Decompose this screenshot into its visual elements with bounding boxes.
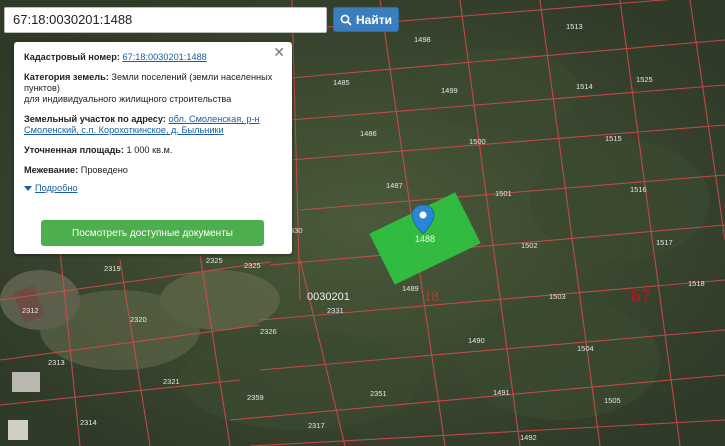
search-icon — [340, 14, 352, 26]
parcel-label: 1514 — [576, 82, 593, 91]
view-documents-button[interactable]: Посмотреть доступные документы — [41, 220, 264, 246]
parcel-label: 1501 — [495, 189, 512, 198]
parcel-label: 1516 — [630, 185, 647, 194]
quarter-label: 0030201 — [307, 291, 350, 303]
survey-value: Проведено — [80, 165, 128, 175]
parcel-label: 1515 — [605, 134, 622, 143]
category-label: Категория земель: — [24, 72, 109, 82]
parcel-label: 1505 — [604, 396, 621, 405]
area-row: Уточненная площадь: 1 000 кв.м. — [24, 145, 282, 156]
parcel-label: 2314 — [80, 418, 97, 427]
parcel-label: 1490 — [468, 336, 485, 345]
parcel-label: 1504 — [577, 344, 594, 353]
parcel-label: 1499 — [441, 86, 458, 95]
parcel-label: 2313 — [48, 358, 65, 367]
parcel-label: 1491 — [493, 388, 510, 397]
parcel-label: 2326 — [260, 327, 277, 336]
parcel-label: 2319 — [104, 264, 121, 273]
parcel-label: 1513 — [566, 22, 583, 31]
parcel-label: 2325 — [206, 256, 223, 265]
parcel-info-popup: ✕ Кадастровый номер: 67:18:0030201:1488 … — [14, 42, 292, 254]
parcel-label: 1492 — [520, 433, 537, 442]
district-label: 18 — [424, 289, 439, 305]
selected-parcel-label: 1488 — [415, 234, 435, 244]
cadastral-label: Кадастровый номер: — [24, 52, 120, 62]
parcel-label: 1502 — [521, 241, 538, 250]
region-label: 67 — [631, 285, 651, 307]
category-row: Категория земель: Земли поселений (земли… — [24, 72, 282, 105]
parcel-label: 1518 — [688, 279, 705, 288]
area-label: Уточненная площадь: — [24, 145, 124, 155]
parcel-label: 2320 — [130, 315, 147, 324]
triangle-down-icon — [24, 186, 32, 191]
search-button[interactable]: Найти — [333, 7, 399, 32]
parcel-label: 1486 — [360, 129, 377, 138]
parcel-label: 1525 — [636, 75, 653, 84]
parcel-label: 2331 — [327, 306, 344, 315]
parcel-label: 1500 — [469, 137, 486, 146]
parcel-label: 2325 — [244, 261, 261, 270]
close-icon[interactable]: ✕ — [273, 45, 285, 59]
address-label: Земельный участок по адресу: — [24, 114, 166, 124]
parcel-label: 1487 — [386, 181, 403, 190]
parcel-label: 2317 — [308, 421, 325, 430]
parcel-label: 2321 — [163, 377, 180, 386]
details-link[interactable]: Подробно — [35, 183, 78, 194]
area-value: 1 000 кв.м. — [126, 145, 173, 155]
address-row: Земельный участок по адресу: обл. Смолен… — [24, 114, 282, 136]
survey-label: Межевание: — [24, 165, 79, 175]
parcel-label: 2359 — [247, 393, 264, 402]
parcel-label: 1517 — [656, 238, 673, 247]
search-button-label: Найти — [356, 12, 392, 27]
survey-row: Межевание: Проведено — [24, 165, 282, 176]
parcel-label: 1489 — [402, 284, 419, 293]
cadastral-row: Кадастровый номер: 67:18:0030201:1488 — [24, 52, 282, 63]
parcel-label: 1485 — [333, 78, 350, 87]
search-input[interactable]: 67:18:0030201:1488 — [4, 7, 327, 33]
parcel-label: 1503 — [549, 292, 566, 301]
details-toggle[interactable]: Подробно — [24, 183, 282, 194]
category-value-2: для индивидуального жилищного строительс… — [24, 94, 232, 104]
parcel-label: 1498 — [414, 35, 431, 44]
parcel-label: 2351 — [370, 389, 387, 398]
cadastral-number-link[interactable]: 67:18:0030201:1488 — [122, 52, 206, 62]
parcel-label: 2312 — [22, 306, 39, 315]
